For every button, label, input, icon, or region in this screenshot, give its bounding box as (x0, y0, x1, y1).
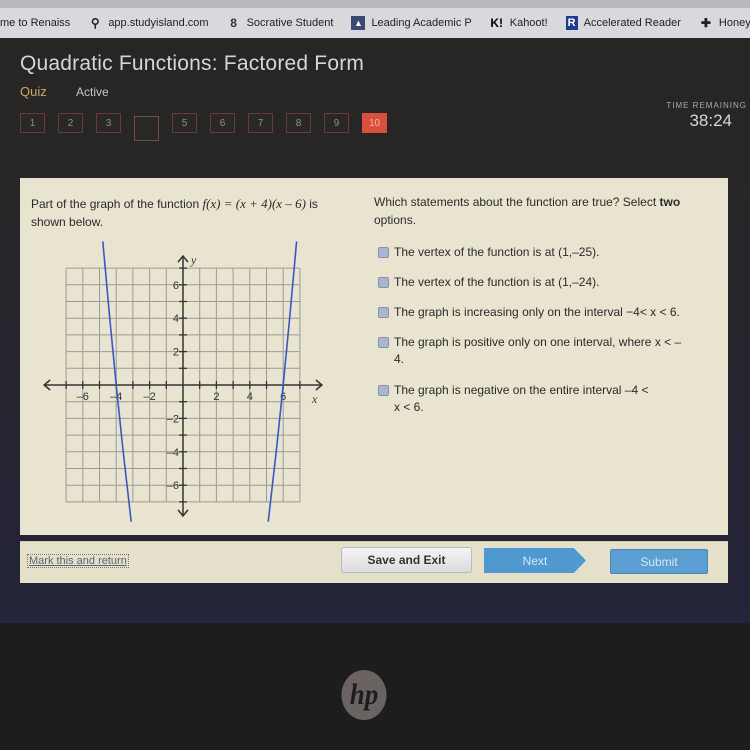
x-tick-label: –4 (110, 391, 122, 403)
option-1-checkbox[interactable] (378, 247, 389, 258)
timer-value: 38:24 (689, 111, 732, 130)
question-tab-2[interactable]: 2 (58, 113, 83, 133)
bookmark-kahoot[interactable]: K! Kahoot! (490, 16, 547, 30)
question-prompt: Part of the graph of the function f(x) =… (31, 196, 318, 229)
question-tab-1[interactable]: 1 (20, 113, 45, 133)
page-title: Quadratic Functions: Factored Form (20, 52, 365, 75)
question-tab-4[interactable] (134, 116, 159, 141)
x-tick-label: –6 (77, 391, 89, 403)
y-tick-label: 2 (173, 347, 179, 359)
bookmark-study-island[interactable]: ⚲ app.studyisland.com (88, 16, 209, 30)
bookmark-leading-academic[interactable]: ▲ Leading Academic P (351, 16, 472, 30)
address-bar[interactable] (0, 0, 750, 8)
option-2[interactable]: The vertex of the function is at (1,–24)… (378, 274, 718, 291)
answer-options: The vertex of the function is at (1,–25)… (378, 244, 718, 429)
kahoot-icon: K! (490, 16, 504, 30)
option-5-checkbox[interactable] (378, 385, 389, 396)
question-navigation: 1 2 3 5 6 7 8 9 10 (20, 113, 387, 141)
y-tick-label: 4 (173, 313, 179, 325)
y-tick-label: –4 (167, 447, 179, 459)
timer-label: TIME REMAINING (666, 101, 747, 110)
question-tab-5[interactable]: 5 (172, 113, 197, 133)
honey-icon: ✚ (700, 16, 711, 30)
option-2-checkbox[interactable] (378, 277, 389, 288)
mark-and-return-link[interactable]: Mark this and return (27, 554, 129, 568)
y-axis-label: y (190, 253, 197, 267)
y-tick-label: 6 (173, 280, 179, 292)
y-tick-label: –6 (167, 480, 179, 492)
question-tab-9[interactable]: 9 (324, 113, 349, 133)
bookmark-socrative[interactable]: 8 Socrative Student (227, 16, 333, 30)
option-3[interactable]: The graph is increasing only on the inte… (378, 304, 718, 321)
curve-branch-left (102, 241, 132, 522)
curve-branch-right (267, 241, 298, 522)
question-tab-10[interactable]: 10 (362, 113, 387, 133)
bookmarks-bar: me to Renaiss ⚲ app.studyisland.com 8 So… (0, 8, 750, 38)
option-4[interactable]: The graph is positive only on one interv… (378, 334, 718, 368)
function-graph: –6 –4 –2 2 4 6642–2–4–6xy (42, 241, 324, 522)
option-3-checkbox[interactable] (378, 307, 389, 318)
option-1[interactable]: The vertex of the function is at (1,–25)… (378, 244, 718, 261)
question-instruction: Which statements about the function are … (374, 195, 681, 227)
bookmark-renaissance[interactable]: me to Renaiss (0, 17, 70, 29)
option-5[interactable]: The graph is negative on the entire inte… (378, 382, 718, 416)
option-4-checkbox[interactable] (378, 337, 389, 348)
y-tick-label: –2 (167, 413, 179, 425)
function-expression: f(x) = (x + 4)(x – 6) (202, 196, 306, 211)
x-tick-label: 2 (213, 391, 219, 403)
study-island-icon: ⚲ (90, 16, 100, 30)
hp-logo-icon: hp (341, 670, 387, 720)
question-tab-7[interactable]: 7 (248, 113, 273, 133)
question-tab-6[interactable]: 6 (210, 113, 235, 133)
leading-academic-icon: ▲ (351, 16, 366, 30)
activity-status: Active (76, 85, 109, 99)
submit-button[interactable]: Submit (610, 549, 708, 574)
next-button[interactable]: Next (484, 548, 586, 573)
question-tab-3[interactable]: 3 (96, 113, 121, 133)
accelerated-reader-icon: R (565, 16, 578, 30)
x-tick-label: 4 (247, 391, 253, 403)
bookmark-honey[interactable]: ✚ Honey and I (699, 16, 750, 30)
x-axis-label: x (311, 392, 318, 406)
x-tick-label: –2 (143, 391, 155, 403)
question-tab-8[interactable]: 8 (286, 113, 311, 133)
activity-type: Quiz (20, 84, 47, 99)
bookmark-accelerated-reader[interactable]: R Accelerated Reader (565, 16, 681, 30)
save-and-exit-button[interactable]: Save and Exit (341, 547, 472, 573)
socrative-icon: 8 (230, 16, 237, 30)
